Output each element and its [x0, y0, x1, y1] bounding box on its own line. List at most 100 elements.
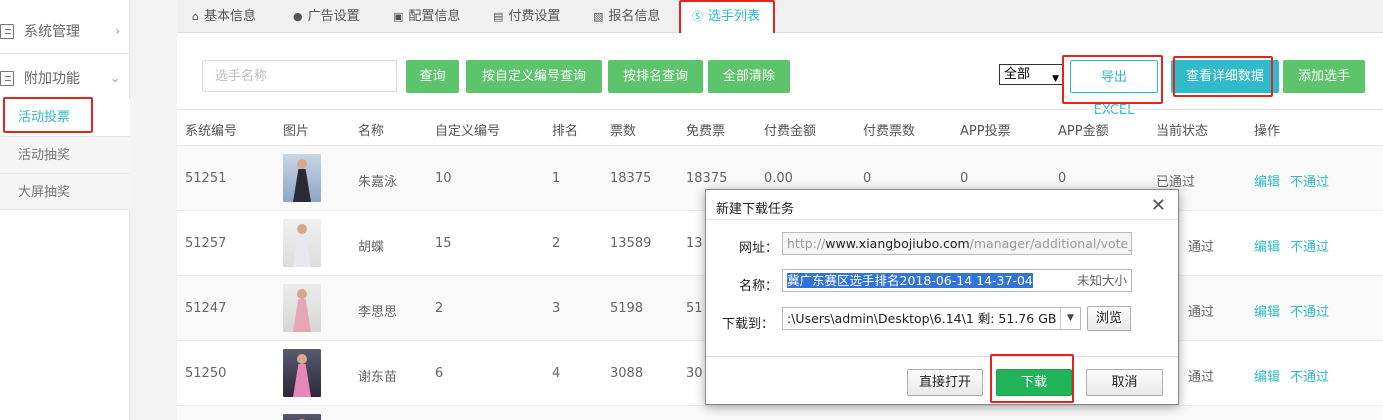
clear-all-button[interactable]: 全部清除: [708, 60, 790, 93]
cancel-button[interactable]: 取消: [1086, 369, 1163, 396]
cell-paid-amount: 0.00: [764, 171, 793, 186]
chevron-down-icon: ⌄: [109, 71, 120, 85]
query-rank-button[interactable]: 按排名查询: [608, 60, 703, 93]
dropdown-arrow-icon: ▼: [1052, 74, 1059, 84]
tab-signup-info[interactable]: ▧ 报名信息: [593, 0, 660, 33]
filename-field[interactable]: 冀广东赛区选手排名2018-06-14 14-37-04 未知大小: [782, 269, 1132, 292]
open-direct-button[interactable]: 直接打开: [907, 369, 983, 396]
sidebar-item-label: 系统管理: [24, 24, 80, 40]
skype-icon: Ⓢ: [692, 10, 703, 23]
url-label: 网址：: [738, 241, 778, 256]
reject-link[interactable]: 不通过: [1290, 171, 1329, 190]
edit-link[interactable]: 编辑: [1254, 301, 1280, 320]
cell-name: 谢东苗: [358, 370, 398, 385]
reject-link[interactable]: 不通过: [1290, 301, 1329, 320]
cell-id: 51250: [185, 366, 227, 381]
column-header: 自定义编号: [435, 124, 501, 139]
download-button[interactable]: 下载: [996, 369, 1072, 396]
close-icon[interactable]: ✕: [1151, 195, 1166, 216]
name-label: 名称：: [738, 279, 778, 294]
cell-status: 已通过: [1156, 175, 1196, 190]
chevron-right-icon: ›: [115, 24, 120, 38]
reject-link[interactable]: 不通过: [1290, 236, 1329, 255]
view-detail-button[interactable]: 查看详细数据: [1171, 60, 1279, 93]
cell-free-votes: 18375: [686, 171, 728, 186]
edit-link[interactable]: 编辑: [1254, 171, 1280, 190]
browse-button[interactable]: 浏览: [1087, 306, 1131, 331]
cell-rank: 4: [552, 366, 561, 381]
edit-link[interactable]: 编辑: [1254, 366, 1280, 385]
column-header: 名称: [358, 124, 385, 139]
cell-status: 通过: [1188, 305, 1215, 320]
column-header: 图片: [283, 124, 310, 139]
cell-app-amount: 0: [1058, 171, 1067, 186]
edit-link[interactable]: 编辑: [1254, 236, 1280, 255]
tab-label: 广告设置: [307, 8, 360, 24]
tab-label: 配置信息: [408, 8, 461, 24]
cell-name: 胡蝶: [358, 240, 385, 255]
query-custom-no-button[interactable]: 按自定义编号查询: [466, 60, 602, 93]
path-label: 下载到：: [721, 317, 774, 332]
sidebar-item-vote[interactable]: 活动投票: [0, 99, 130, 136]
cell-votes: 5198: [610, 301, 644, 316]
tab-label: 基本信息: [203, 8, 256, 24]
list-icon: [0, 23, 14, 39]
column-header: 当前状态: [1156, 124, 1209, 139]
cell-paid-votes: 0: [863, 171, 872, 186]
file-size: 未知大小: [1072, 270, 1127, 291]
cell-id: 51247: [185, 301, 227, 316]
cell-id: 51251: [185, 171, 227, 186]
column-header: APP金额: [1058, 124, 1109, 139]
tab-ad-settings[interactable]: ● 广告设置: [293, 0, 360, 33]
home-icon: ⌂: [192, 9, 199, 23]
select-value: 全部: [1004, 67, 1031, 82]
export-excel-button[interactable]: 导出EXCEL: [1070, 60, 1158, 118]
url-prefix: http://: [787, 236, 826, 251]
list-icon: [0, 70, 14, 86]
cell-votes: 13589: [610, 236, 652, 251]
cell-status: 通过: [1188, 240, 1215, 255]
search-input[interactable]: [202, 60, 397, 92]
save-path-field[interactable]: :\Users\admin\Desktop\6.14\1 剩: 51.76 GB…: [782, 307, 1081, 330]
cell-rank: 1: [552, 171, 561, 186]
sidebar-item-lottery[interactable]: 活动抽奖: [0, 136, 130, 173]
cell-rank: 3: [552, 301, 561, 316]
sidebar-item-system[interactable]: 系统管理 ›: [0, 20, 130, 42]
cell-status: 通过: [1188, 370, 1215, 385]
sidebar-item-addon[interactable]: 附加功能 ⌄: [0, 67, 130, 89]
column-header: APP投票: [960, 124, 1011, 139]
cell-custom-no: 6: [435, 366, 444, 381]
cell-custom-no: 15: [435, 236, 452, 251]
cell-free-votes: 13: [686, 236, 703, 251]
add-player-button[interactable]: 添加选手: [1283, 60, 1365, 93]
dropdown-arrow-icon[interactable]: ▼: [1060, 308, 1080, 329]
player-photo: [283, 219, 321, 267]
column-header: 票数: [610, 124, 637, 139]
query-button[interactable]: 查询: [406, 60, 459, 93]
reject-link[interactable]: 不通过: [1290, 366, 1329, 385]
sidebar-item-label: 附加功能: [24, 71, 80, 87]
status-filter-select[interactable]: 全部 ▼: [999, 64, 1063, 85]
sidebar-item-screen-lottery[interactable]: 大屏抽奖: [0, 173, 130, 210]
column-header: 排名: [552, 124, 579, 139]
cell-name: 李思思: [358, 305, 398, 320]
circle-icon: ●: [293, 9, 303, 23]
cell-id: 51257: [185, 236, 227, 251]
tab-label: 报名信息: [608, 8, 661, 24]
tab-label: 选手列表: [708, 9, 761, 24]
tab-label: 付费设置: [508, 8, 561, 24]
url-path: /manager/additional/vote_use: [969, 236, 1131, 251]
tab-payment-settings[interactable]: ▤ 付费设置: [493, 0, 560, 33]
cell-rank: 2: [552, 236, 561, 251]
tab-config-info[interactable]: ▣ 配置信息: [393, 0, 460, 33]
table-header: 系统编号 图片 名称 自定义编号 排名 票数 免费票 付费金额 付费票数 APP…: [177, 109, 1383, 146]
cell-votes: 18375: [610, 171, 652, 186]
tab-basic-info[interactable]: ⌂ 基本信息: [192, 0, 256, 33]
image-icon: ▧: [593, 9, 604, 23]
column-header: 付费金额: [764, 124, 817, 139]
cell-free-votes: 30: [686, 366, 703, 381]
tab-player-list[interactable]: Ⓢ 选手列表: [682, 0, 774, 34]
cell-votes: 3088: [610, 366, 644, 381]
save-path-value: :\Users\admin\Desktop\6.14\1 剩: 51.76 GB: [787, 311, 1057, 326]
url-field[interactable]: http://www.xiangbojiubo.com/manager/addi…: [782, 232, 1132, 255]
